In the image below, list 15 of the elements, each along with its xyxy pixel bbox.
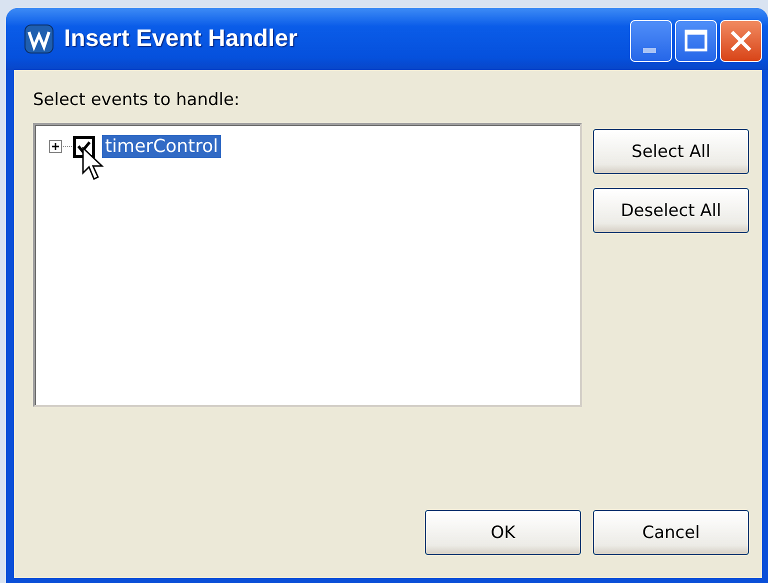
side-button[interactable]: Deselect All xyxy=(593,188,749,233)
event-tree[interactable]: timerControl xyxy=(33,123,582,407)
dialog-button[interactable]: Cancel xyxy=(593,510,749,555)
window-title: Insert Event Handler xyxy=(64,25,298,53)
minimize-icon xyxy=(642,48,656,52)
expand-icon[interactable] xyxy=(49,140,62,153)
maximize-button[interactable] xyxy=(675,20,717,62)
prompt-label: Select events to handle: xyxy=(33,89,241,112)
app-icon xyxy=(24,24,54,54)
minimize-button[interactable] xyxy=(630,20,672,62)
mouse-pointer-icon xyxy=(82,147,106,183)
tree-item[interactable]: timerControl xyxy=(102,135,222,158)
dialog-button[interactable]: OK xyxy=(425,510,581,555)
side-button[interactable]: Select All xyxy=(593,129,749,174)
close-button[interactable] xyxy=(720,20,762,62)
